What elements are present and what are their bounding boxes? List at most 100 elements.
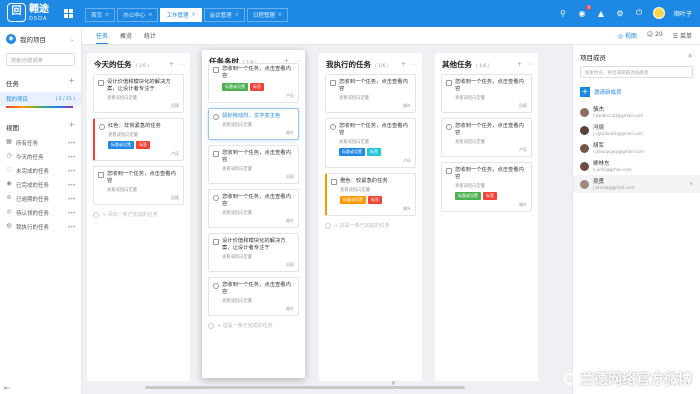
add-view-icon[interactable]: + [68,121,75,132]
task-card[interactable]: 您收到一个任务，点击查看内容 查看或指向定量 回顾 [441,74,532,113]
task-card[interactable]: 橙色：较紧急的任务 查看或指向定量 标题或设置 标签 顺叶 [325,173,416,216]
power-icon[interactable]: ⏻ [634,8,644,18]
sidebar-item-view-6[interactable]: ◍ 我执行的任务 ••• [0,220,81,234]
task-card[interactable]: 红色：非常紧急的任务 查看或指向定量 标题或设置 标签 卢珏 [93,118,184,161]
tag-badge[interactable]: 标签 [368,196,382,204]
tag-badge[interactable]: 标题或设置 [455,192,481,200]
task-checkbox-icon[interactable] [331,179,337,185]
add-card-icon[interactable]: + [401,61,406,68]
chevron-down-icon[interactable]: ∨ [689,181,693,187]
subtab-0[interactable]: 任务 [96,31,109,44]
add-completed-task[interactable]: + 添加一条已完成的任务 [93,211,184,218]
view-toggle-button[interactable]: ◎ 视图 [618,31,637,40]
close-icon[interactable]: ✕ [688,52,693,62]
menu-button[interactable]: ☰ 菜单 [673,31,692,40]
task-checkbox-icon[interactable] [330,124,336,130]
member-item[interactable]: 冯焜 j.cjjtuhkukk@gmail.com [573,121,700,139]
app-logo[interactable]: 回 [7,3,26,22]
task-checkbox-icon[interactable] [98,172,104,178]
tag-badge[interactable]: 标签 [483,192,497,200]
task-card[interactable]: 您收到一个任务，点击查看内容 查看或指向定量 顺叶 [208,277,299,316]
more-icon[interactable]: ⋯ [411,61,417,68]
add-card-icon[interactable]: + [517,61,522,68]
collapse-sidebar-icon[interactable]: ⇤ [4,384,10,392]
close-tab-icon[interactable]: × [105,12,109,18]
sidebar-item-view-5[interactable]: ◎ 待认领的任务 ••• [0,206,81,220]
task-card[interactable]: 您收到一个任务，点击查看内容 查看或指向定量 标题或设置 标签 顺叶 [441,162,532,212]
more-icon[interactable]: ••• [67,224,76,231]
task-checkbox-icon[interactable] [98,80,104,86]
close-tab-icon[interactable]: × [148,12,152,18]
task-checkbox-icon[interactable] [213,114,219,120]
task-card[interactable]: 您收到一个任务，点击查看内容 标题或设置 标签 卢珏 [208,63,299,103]
members-button[interactable]: ☺ 20 [647,31,663,40]
search-icon[interactable]: ⚲ [558,8,568,18]
tag-badge[interactable]: 标题或设置 [339,148,365,156]
invite-member-button[interactable]: + 邀请新成员 [573,78,700,103]
close-tab-icon[interactable]: × [278,12,282,18]
subtab-1[interactable]: 概览 [120,31,132,44]
task-checkbox-icon[interactable] [213,283,219,289]
task-checkbox-icon[interactable] [213,195,219,201]
close-tab-icon[interactable]: × [191,12,195,18]
tag-badge[interactable]: 标签 [250,83,264,91]
tab-3[interactable]: 会议管理 × [203,8,245,22]
task-card[interactable]: 您收到一个任务，点击查看内容 查看或指向定量 回顾 [93,166,184,205]
task-checkbox-icon[interactable] [446,80,452,86]
sidebar-item-view-4[interactable]: ⊘ 已逾期的任务 ••• [0,192,81,206]
task-checkbox-icon[interactable] [330,80,336,86]
task-card[interactable]: 您收到一个任务，点击查看内容 查看或指向定量 回顾 [208,145,299,184]
tab-2[interactable]: 工作管理 × [160,8,202,22]
task-card[interactable]: 鼠标移动时，文字变主色 查看或指向定量 顺叶 [208,108,299,140]
sidebar-item-view-2[interactable]: ◌ 未完成的任务 ••• [0,164,81,178]
project-selector[interactable]: ◉ 我的项目 ⌄ [0,27,81,51]
add-completed-task[interactable]: + 这是一条已完成的任务 [208,322,299,329]
task-checkbox-icon[interactable] [213,67,219,73]
add-task-icon[interactable]: + [68,77,75,88]
sidebar-item-my-project[interactable]: 我的项目 ( 2 / 15 ) [0,92,81,108]
task-checkbox-icon[interactable] [213,151,219,157]
chevron-down-icon[interactable]: ⌄ [70,35,75,43]
more-icon[interactable]: ••• [67,154,76,161]
sidebar-item-view-3[interactable]: ◉ 已完成的任务 ••• [0,178,81,192]
tab-1[interactable]: 办公中心 × [117,8,159,22]
bell-icon[interactable]: ◉ 9 [577,5,591,18]
tab-0[interactable]: 首页 × [85,8,116,22]
member-search-input[interactable]: 搜索姓名、拼音或邮箱添加邀请 [580,66,693,78]
member-item[interactable]: 吴勇 j.btnvw@gmail.com ∨ [573,175,700,193]
task-card[interactable]: 设计价值和模块化的解决方案，让设计者专注于 查看或指向定量 回顾 [93,74,184,113]
task-checkbox-icon[interactable] [213,239,219,245]
more-icon[interactable]: ••• [67,210,76,217]
tag-badge[interactable]: 标题或设置 [222,83,248,91]
tab-4[interactable]: 日程管理 × [246,8,289,22]
more-icon[interactable]: ••• [67,168,76,175]
tag-badge[interactable]: 标题或设置 [340,196,366,204]
sidebar-search-input[interactable]: 搜索/创建或筛 [6,53,75,66]
sidebar-item-view-0[interactable]: ▦ 所有任务 ••• [0,136,81,150]
more-icon[interactable]: ⋯ [179,61,185,68]
task-card[interactable]: 您收到一个任务，点击查看内容 查看或指向定量 标题或设置 标签 卢珏 [325,118,416,168]
avatar[interactable] [652,7,665,19]
shirt-icon[interactable]: ▲ [596,8,606,18]
task-card[interactable]: 您收到一个任务，点击查看内容 查看或指向定量 顺叶 [325,74,416,113]
add-completed-task[interactable]: + 这是一条已完成的任务 [325,222,416,229]
member-item[interactable]: 骆杰 f.wjobtccud@gmail.com [573,103,700,121]
subtab-2[interactable]: 统计 [144,31,156,44]
task-checkbox-icon[interactable] [446,168,452,174]
more-icon[interactable]: ••• [67,196,76,203]
apps-grid-icon[interactable] [64,9,73,18]
member-item[interactable]: 柳林东 k.jima@gmail.com [573,157,700,175]
sidebar-item-view-1[interactable]: ◷ 今天的任务 ••• [0,150,81,164]
member-item[interactable]: 胡军 r.jckkuyuyqi@gmail.com [573,139,700,157]
gear-icon[interactable]: ⚙ [615,8,625,18]
task-card[interactable]: 您收到一个任务，点击查看内容 查看或指向定量 卢珏 [441,118,532,157]
tag-badge[interactable]: 标题或设置 [108,141,134,149]
task-card[interactable]: 设计价值和模块化的解决方案，让设计者专注于 查看或指向定量 回顾 [208,233,299,272]
column-1[interactable]: 任务多时( 1/9 )+⋯您收到一个任务，点击查看内容标题或设置标签卢珏鼠标移动… [202,50,305,378]
more-icon[interactable]: ••• [67,182,76,189]
user-name[interactable]: 顺叶子 [674,9,692,18]
add-card-icon[interactable]: + [169,61,174,68]
more-icon[interactable]: ••• [67,140,76,147]
task-checkbox-icon[interactable] [99,124,105,130]
task-checkbox-icon[interactable] [446,124,452,130]
